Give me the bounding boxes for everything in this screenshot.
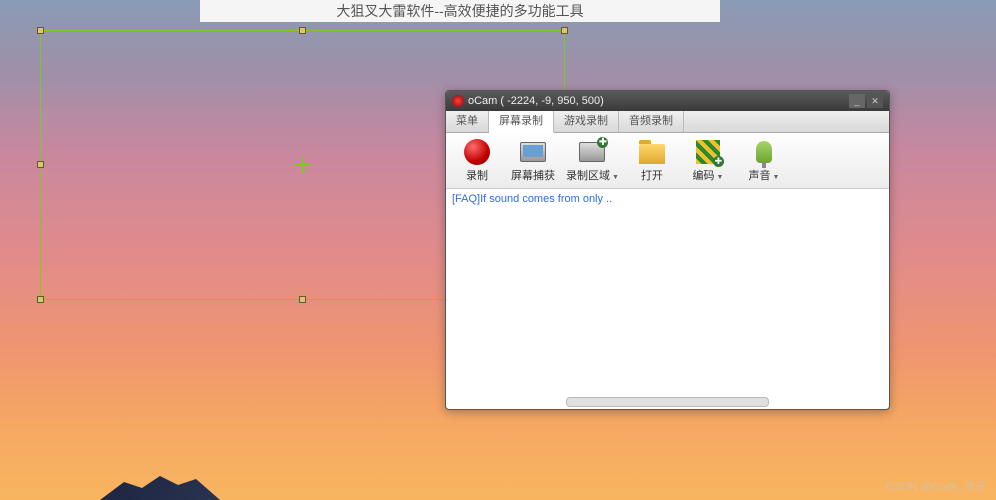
capture-label: 屏幕捕获 xyxy=(511,167,555,183)
chevron-down-icon: ▼ xyxy=(716,174,723,181)
microphone-icon xyxy=(749,138,779,165)
resize-handle-top-left[interactable] xyxy=(37,27,44,34)
tab-menu[interactable]: 菜单 xyxy=(446,111,489,132)
area-label: 录制区域 xyxy=(566,170,610,182)
capture-button[interactable]: 屏幕捕获 xyxy=(508,136,558,185)
resize-handle-bottom-left[interactable] xyxy=(37,296,44,303)
crosshair-icon[interactable] xyxy=(295,157,311,173)
record-area-button[interactable]: 录制区域▼ xyxy=(564,136,621,185)
watermark: CSDN @Code_流苏 xyxy=(886,478,986,494)
toolbar: 录制 屏幕捕获 录制区域▼ 打开 编码▼ 声音▼ xyxy=(446,133,889,189)
resize-handle-bottom-middle[interactable] xyxy=(299,296,306,303)
status-scrollbar[interactable] xyxy=(566,397,769,407)
sound-button[interactable]: 声音▼ xyxy=(739,136,789,185)
page-title: 大狙叉大雷软件--高效便捷的多功能工具 xyxy=(336,3,583,19)
content-area: [FAQ]If sound comes from only .. xyxy=(446,189,889,395)
record-icon xyxy=(462,138,492,165)
faq-link[interactable]: [FAQ]If sound comes from only .. xyxy=(452,193,612,205)
resize-handle-middle-left[interactable] xyxy=(37,161,44,168)
record-button[interactable]: 录制 xyxy=(452,136,502,185)
chevron-down-icon: ▼ xyxy=(612,174,619,181)
encode-icon xyxy=(693,138,723,165)
resize-handle-top-middle[interactable] xyxy=(299,27,306,34)
close-button[interactable]: ✕ xyxy=(867,94,883,108)
window-controls: _ ✕ xyxy=(849,94,883,108)
folder-open-icon xyxy=(637,138,667,165)
window-titlebar[interactable]: oCam ( -2224, -9, 950, 500) _ ✕ xyxy=(446,91,889,111)
ocam-window: oCam ( -2224, -9, 950, 500) _ ✕ 菜单 屏幕录制 … xyxy=(445,90,890,410)
resize-handle-top-right[interactable] xyxy=(561,27,568,34)
mountain-silhouette xyxy=(100,470,220,500)
open-button[interactable]: 打开 xyxy=(627,136,677,185)
sound-label: 声音 xyxy=(748,170,770,182)
chevron-down-icon: ▼ xyxy=(772,174,779,181)
encode-button[interactable]: 编码▼ xyxy=(683,136,733,185)
area-icon xyxy=(577,138,607,165)
tab-bar: 菜单 屏幕录制 游戏录制 音频录制 xyxy=(446,111,889,133)
record-label: 录制 xyxy=(466,167,488,183)
tab-screen-record[interactable]: 屏幕录制 xyxy=(489,111,554,133)
minimize-button[interactable]: _ xyxy=(849,94,865,108)
tab-audio-record[interactable]: 音频录制 xyxy=(619,111,684,132)
encode-label: 编码 xyxy=(692,170,714,182)
tab-game-record[interactable]: 游戏录制 xyxy=(554,111,619,132)
capture-icon xyxy=(518,138,548,165)
open-label: 打开 xyxy=(641,167,663,183)
page-title-bar: 大狙叉大雷软件--高效便捷的多功能工具 xyxy=(200,0,720,22)
window-title: oCam ( -2224, -9, 950, 500) xyxy=(468,91,849,111)
app-icon xyxy=(452,95,464,107)
